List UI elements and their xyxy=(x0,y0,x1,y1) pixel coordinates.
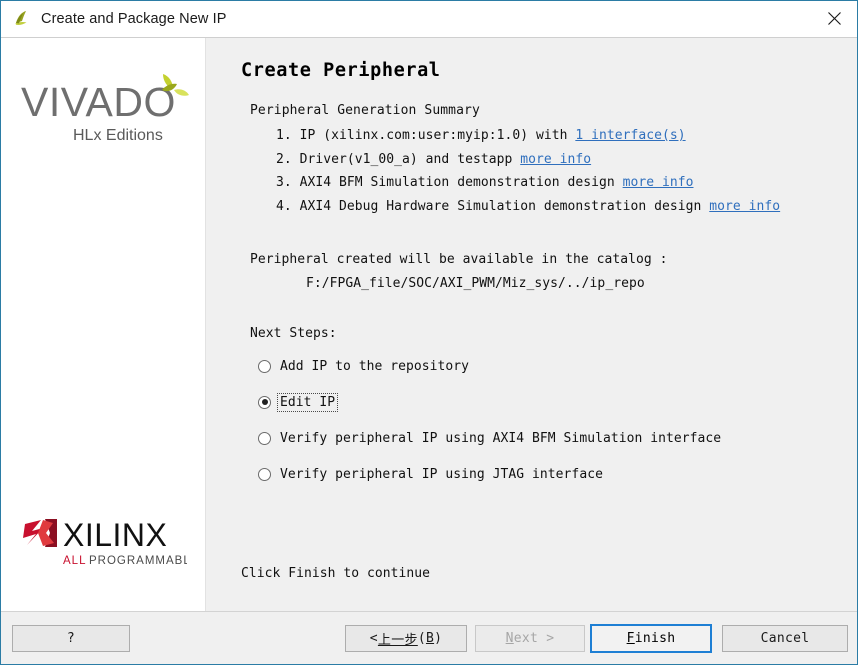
list-item: 3. AXI4 BFM Simulation demonstration des… xyxy=(276,171,857,195)
list-item: 1. IP (xilinx.com:user:myip:1.0) with 1 … xyxy=(276,124,857,148)
svg-text:XILINX: XILINX xyxy=(63,517,167,553)
svg-text:ALL: ALL xyxy=(63,555,86,567)
help-button[interactable]: ? xyxy=(12,624,130,652)
branding-sidebar: VIVADO . HLx Editions XILINX ALL PROGRAM… xyxy=(1,38,206,611)
list-item-text: AXI4 BFM Simulation demonstration design xyxy=(299,175,623,190)
dialog-footer: ? < 上一步(B) Next > Finish Cancel xyxy=(1,611,857,664)
cancel-button[interactable]: Cancel xyxy=(722,624,848,652)
summary-heading: Peripheral Generation Summary xyxy=(250,103,480,118)
back-button-label: 上一步 xyxy=(377,632,418,648)
radio-verify-bfm-simulation[interactable]: Verify peripheral IP using AXI4 BFM Simu… xyxy=(258,423,857,453)
finish-button[interactable]: Finish xyxy=(590,623,712,653)
back-chevron-icon: < xyxy=(369,630,378,646)
list-item: 4. AXI4 Debug Hardware Simulation demons… xyxy=(276,195,857,219)
vivado-leaf-icon xyxy=(11,8,33,30)
close-button[interactable] xyxy=(811,1,857,36)
radio-label: Add IP to the repository xyxy=(280,358,470,374)
catalog-info: Peripheral created will be available in … xyxy=(250,248,857,295)
list-item-text: Driver(v1_00_a) and testapp xyxy=(299,151,521,167)
svg-text:HLx Editions: HLx Editions xyxy=(73,127,163,144)
list-item-number: 1. xyxy=(276,128,292,143)
list-item-text: AXI4 Debug Hardware Simulation demonstra… xyxy=(299,198,710,214)
list-item-text: IP (xilinx.com:user:myip:1.0) with xyxy=(299,128,576,143)
finish-mnemonic: F xyxy=(626,630,635,646)
next-button: Next > xyxy=(475,624,585,652)
radio-add-ip-to-repository[interactable]: Add IP to the repository xyxy=(258,351,857,381)
svg-text:PROGRAMMABLE.: PROGRAMMABLE. xyxy=(89,555,187,567)
window-title: Create and Package New IP xyxy=(41,11,227,27)
driver-more-info-link[interactable]: more info xyxy=(520,152,591,167)
svg-text:.: . xyxy=(153,99,159,121)
wizard-content: Create Peripheral Peripheral Generation … xyxy=(206,38,857,611)
radio-icon xyxy=(258,467,271,481)
vivado-logo: VIVADO . HLx Editions xyxy=(17,66,189,153)
back-mnemonic: B xyxy=(425,630,435,646)
list-item-number: 4. xyxy=(276,198,292,214)
next-button-label: ext > xyxy=(513,630,555,646)
dialog-body: VIVADO . HLx Editions XILINX ALL PROGRAM… xyxy=(1,37,857,611)
create-and-package-new-ip-dialog: Create and Package New IP VIVADO . HLx E… xyxy=(0,0,858,665)
radio-label: Verify peripheral IP using JTAG interfac… xyxy=(280,466,603,482)
catalog-path: F:/FPGA_file/SOC/AXI_PWM/Miz_sys/../ip_r… xyxy=(306,275,645,291)
radio-icon xyxy=(258,359,271,373)
catalog-message: Peripheral created will be available in … xyxy=(250,252,668,267)
finish-hint: Click Finish to continue xyxy=(241,566,431,581)
finish-button-label: inish xyxy=(634,630,676,646)
help-button-label: ? xyxy=(66,630,76,646)
back-button[interactable]: < 上一步(B) xyxy=(345,624,467,652)
radio-verify-jtag[interactable]: Verify peripheral IP using JTAG interfac… xyxy=(258,459,857,489)
cancel-button-label: Cancel xyxy=(760,630,810,646)
bfm-sim-more-info-link[interactable]: more info xyxy=(623,175,694,190)
radio-edit-ip[interactable]: Edit IP xyxy=(258,387,857,417)
debug-hw-more-info-link[interactable]: more info xyxy=(709,199,780,214)
back-mnemonic-open: ( xyxy=(417,630,426,646)
radio-icon xyxy=(258,431,271,445)
list-item-number: 3. xyxy=(276,175,292,190)
list-item-number: 2. xyxy=(276,151,292,167)
xilinx-mark xyxy=(23,519,57,547)
next-mnemonic: N xyxy=(505,630,514,646)
radio-label: Edit IP xyxy=(276,392,339,412)
xilinx-logo: XILINX ALL PROGRAMMABLE. xyxy=(19,514,203,575)
next-steps-label: Next Steps: xyxy=(250,326,337,341)
back-mnemonic-close: ) xyxy=(434,630,443,646)
close-icon xyxy=(827,12,841,25)
radio-icon xyxy=(258,395,271,409)
radio-label: Verify peripheral IP using AXI4 BFM Simu… xyxy=(280,430,722,446)
title-bar: Create and Package New IP xyxy=(1,1,857,37)
interface-count-link[interactable]: 1 interface(s) xyxy=(575,128,685,143)
summary-list: 1. IP (xilinx.com:user:myip:1.0) with 1 … xyxy=(234,124,857,218)
list-item: 2. Driver(v1_00_a) and testapp more info xyxy=(276,148,857,172)
next-steps-radio-group: Add IP to the repository Edit IP Verify … xyxy=(258,351,857,489)
page-title: Create Peripheral xyxy=(241,60,441,81)
